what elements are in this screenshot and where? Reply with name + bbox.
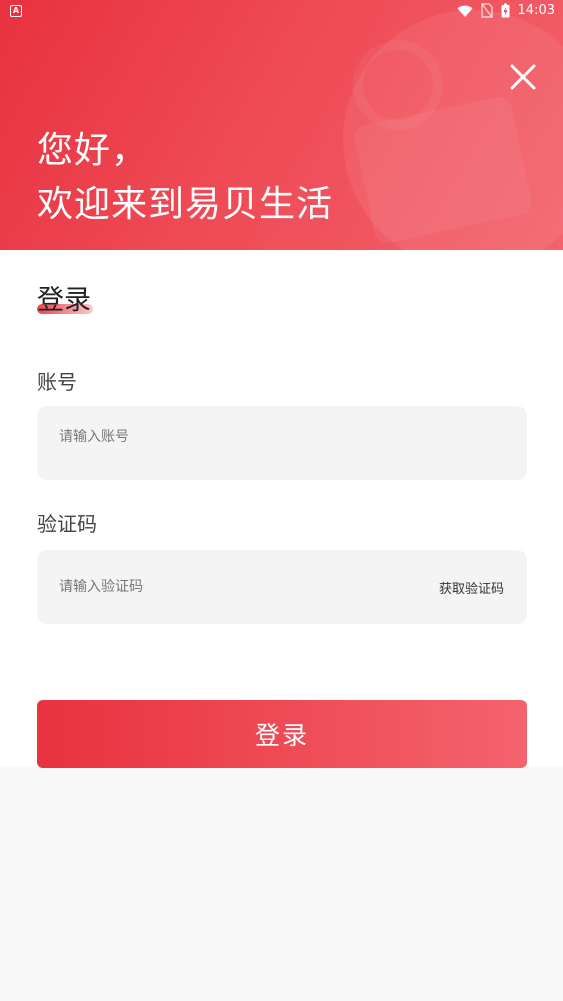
get-code-button[interactable]: 获取验证码 [439,578,504,597]
account-label: 账号 [37,370,77,394]
wifi-icon [457,5,473,17]
account-input[interactable] [37,406,527,454]
welcome-greeting: 您好， 欢迎来到易贝生活 [37,124,333,232]
no-sim-icon [480,3,493,18]
login-button[interactable]: 登录 [37,700,527,768]
code-field-container: 获取验证码 [37,550,527,624]
greeting-line-1: 您好， [37,130,149,171]
close-button[interactable] [506,60,540,94]
account-field-container [37,406,527,480]
close-icon [510,64,536,90]
page-title: 登录 [37,285,91,316]
decorative-ring [353,40,443,130]
status-time: 14:03 [517,3,555,18]
header-banner: A 14:03 您好， 欢迎来到易贝生活 [0,0,563,250]
verification-code-input[interactable] [37,550,417,624]
code-label: 验证码 [37,512,97,536]
status-bar: A 14:03 [0,0,563,24]
battery-charging-icon [501,3,510,18]
app-notification-icon: A [10,5,22,17]
greeting-line-2: 欢迎来到易贝生活 [37,184,334,225]
status-bar-right: 14:03 [457,3,555,18]
